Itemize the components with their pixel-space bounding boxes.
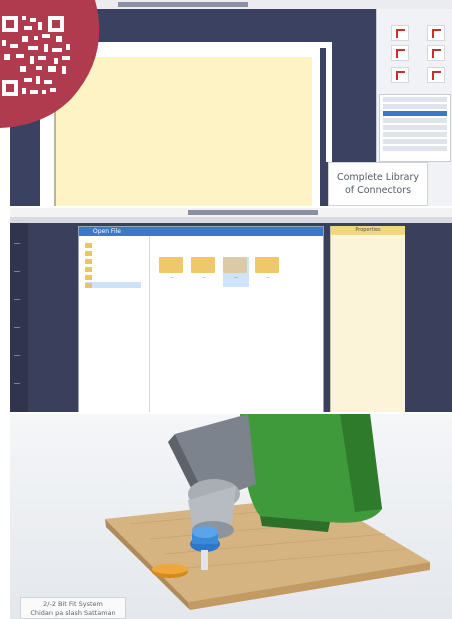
properties-list[interactable] xyxy=(379,94,451,162)
render-label-line1: 2/-2 Bit Fit System xyxy=(43,600,103,608)
window-titlebar xyxy=(10,208,452,217)
folder-tree[interactable] xyxy=(79,236,150,412)
folder-icon-selected[interactable]: — xyxy=(223,257,249,287)
connector-symbol-icon[interactable] xyxy=(427,45,445,61)
3d-render-screenshot: 2/-2 Bit Fit System Chidan pa slash Satt… xyxy=(10,414,452,619)
caption-text: Complete Library of Connectors xyxy=(336,172,420,196)
properties-header: Properties xyxy=(331,226,405,235)
folder-icon[interactable]: — xyxy=(255,257,281,287)
tree-item-selected[interactable] xyxy=(85,282,141,288)
open-file-dialog[interactable]: Open File — — — — xyxy=(78,226,324,412)
tree-item[interactable] xyxy=(85,266,141,272)
qr-badge[interactable] xyxy=(0,0,103,128)
tree-item[interactable] xyxy=(85,250,141,256)
menu-bar[interactable] xyxy=(10,217,452,223)
connector-symbol-icon[interactable] xyxy=(427,25,445,41)
tree-item[interactable] xyxy=(85,242,141,248)
caption-box: Complete Library of Connectors xyxy=(328,162,428,206)
dialog-title: Open File xyxy=(79,227,323,236)
connector-symbol-icon[interactable] xyxy=(391,45,409,61)
properties-panel[interactable]: Properties xyxy=(330,226,405,412)
cnc-render-image xyxy=(105,414,430,610)
render-label: 2/-2 Bit Fit System Chidan pa slash Satt… xyxy=(20,597,126,619)
folder-icon[interactable]: — xyxy=(159,257,185,287)
connector-symbol-icon[interactable] xyxy=(391,25,409,41)
qr-code-icon xyxy=(0,0,100,128)
tree-item[interactable] xyxy=(85,274,141,280)
tree-item[interactable] xyxy=(85,258,141,264)
vertical-ruler xyxy=(10,223,28,412)
connector-symbol-icon[interactable] xyxy=(391,67,409,83)
render-label-line2: Chidan pa slash Sattaman xyxy=(30,609,116,617)
file-browser-screenshot: Open File — — — — Properties xyxy=(10,208,452,412)
folder-icon[interactable]: — xyxy=(191,257,217,287)
frame-edge xyxy=(326,42,332,162)
connector-symbol-icon[interactable] xyxy=(427,67,445,83)
